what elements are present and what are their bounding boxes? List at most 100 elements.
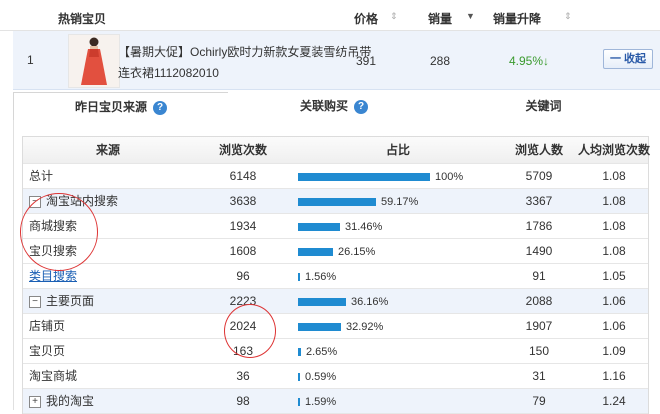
row-pageviews: 3638 [229,194,257,208]
row-source-label[interactable]: 类目搜索 [29,269,77,283]
row-avg-views: 1.09 [602,344,626,358]
table-row[interactable]: − 主要页面 2223 36.16% 2088 1.06 [23,289,648,314]
row-visitors: 5709 [525,169,553,183]
share-percent: 32.92% [346,320,384,333]
row-source: 总计 [29,164,53,188]
tab-keywords[interactable]: 关键词 [441,92,646,121]
row-visitors: 3367 [525,194,553,208]
share-bar [298,172,430,181]
col-visitors: 浏览人数 [514,143,563,157]
product-title-line2[interactable]: 连衣裙1112082010 [118,64,219,81]
row-source-label: 店铺页 [29,319,66,333]
share-percent: 31.46% [345,220,383,233]
share-percent: 1.56% [305,270,337,283]
table-row: 商城搜索 1934 31.46% 1786 1.08 [23,214,648,239]
share-bar [298,397,300,406]
row-share: 1.59% [298,389,498,414]
help-icon[interactable]: ? [153,100,167,115]
row-share: 26.15% [298,239,498,264]
share-bar [298,247,333,256]
source-table: 来源 浏览次数 占比 浏览人数 人均浏览次数 总计 6148 100% 5709 1.0… [22,136,650,414]
row-share: 59.17% [298,189,498,214]
table-row[interactable]: + 我的淘宝 98 1.59% 79 1.24 [23,389,648,414]
row-pageviews: 6148 [229,169,257,183]
table-row: 总计 6148 100% 5709 1.08 [23,164,648,189]
table-row[interactable]: − 淘宝站内搜索 3638 59.17% 3367 1.08 [23,189,648,214]
table-row: 宝贝搜索 1608 26.15% 1490 1.08 [23,239,648,264]
row-avg-views: 1.06 [602,294,626,308]
row-pageviews: 98 [236,394,250,408]
row-avg-views: 1.08 [602,169,626,183]
row-avg-views: 1.08 [602,219,626,233]
row-source-label: 总计 [29,169,54,183]
expand-icon[interactable]: + [29,395,41,408]
collapse-button[interactable]: 一 收起 [603,49,653,69]
header-sales[interactable]: 销量 [428,10,452,27]
row-source: + 我的淘宝 [29,389,94,413]
table-body: 总计 6148 100% 5709 1.08− 淘宝站内搜索 3638 59.17% 3367 1… [23,164,648,414]
row-pageviews: 1934 [229,219,257,233]
share-bar [298,297,346,306]
hot-items-header: 热销宝贝 价格 ⇕ 销量 ▼ 销量升降 ⇕ [0,0,660,31]
table-row: 宝贝页 163 2.65% 150 1.09 [23,339,648,364]
collapse-icon[interactable]: − [29,295,41,308]
product-row: 1 【暑期大促】Ochirly欧时力新款女夏装雪纺吊带 连衣裙111208201… [13,31,660,90]
table-row: 店铺页 2024 32.92% 1907 1.06 [23,314,648,339]
table-row: 类目搜索 96 1.56% 91 1.05 [23,264,648,289]
price-sort-icon[interactable]: ⇕ [390,11,398,22]
row-pageviews: 96 [236,269,250,283]
share-bar [298,347,301,356]
row-share: 100% [298,164,498,189]
tab-keywords-label: 关键词 [525,99,562,113]
annotation-circle [224,304,276,358]
row-source-label: 宝贝页 [29,344,66,358]
col-avg-views: 人均浏览次数 [577,143,650,157]
sales-sort-desc-icon[interactable]: ▼ [466,11,475,21]
table-row: 淘宝商城 36 0.59% 31 1.16 [23,364,648,389]
row-avg-views: 1.05 [602,269,626,283]
product-rank: 1 [27,53,34,67]
col-source: 来源 [95,143,120,157]
row-visitors: 2088 [525,294,553,308]
share-bar [298,372,300,381]
row-share: 32.92% [298,314,498,339]
header-product: 热销宝贝 [58,12,107,26]
row-avg-views: 1.16 [602,369,626,383]
share-percent: 2.65% [306,345,338,358]
row-avg-views: 1.06 [602,319,626,333]
row-visitors: 1907 [525,319,553,333]
row-share: 36.16% [298,289,498,314]
share-percent: 0.59% [305,370,337,383]
row-visitors: 1490 [525,244,553,258]
row-avg-views: 1.24 [602,394,626,408]
row-visitors: 31 [532,369,546,383]
col-pageviews: 浏览次数 [218,143,267,157]
header-growth[interactable]: 销量升降 [493,10,541,27]
share-percent: 1.59% [305,395,337,408]
dress-image [69,35,119,87]
row-source-label: 淘宝商城 [29,369,78,383]
growth-sort-icon[interactable]: ⇕ [564,11,572,22]
header-price[interactable]: 价格 [354,10,378,27]
share-percent: 26.15% [338,245,376,258]
help-icon[interactable]: ? [354,99,368,114]
row-pageviews: 36 [236,369,250,383]
row-share: 31.46% [298,214,498,239]
row-source-label: 主要页面 [46,294,95,308]
row-source: 淘宝商城 [29,364,77,388]
row-share: 1.56% [298,264,498,289]
share-bar [298,197,376,206]
product-growth: 4.95%↓ [509,54,549,68]
product-thumbnail[interactable] [68,34,120,88]
row-visitors: 91 [532,269,546,283]
tab-related-purchase[interactable]: 关联购买? [228,92,440,121]
row-pageviews: 1608 [229,244,257,258]
row-share: 0.59% [298,364,498,389]
row-share: 2.65% [298,339,498,364]
product-title-line1[interactable]: 【暑期大促】Ochirly欧时力新款女夏装雪纺吊带 [118,43,371,60]
share-bar [298,272,300,281]
share-bar [298,322,341,331]
product-sales: 288 [430,54,451,68]
tab-yesterday-source[interactable]: 昨日宝贝来源? [13,92,229,121]
share-bar [298,222,340,231]
